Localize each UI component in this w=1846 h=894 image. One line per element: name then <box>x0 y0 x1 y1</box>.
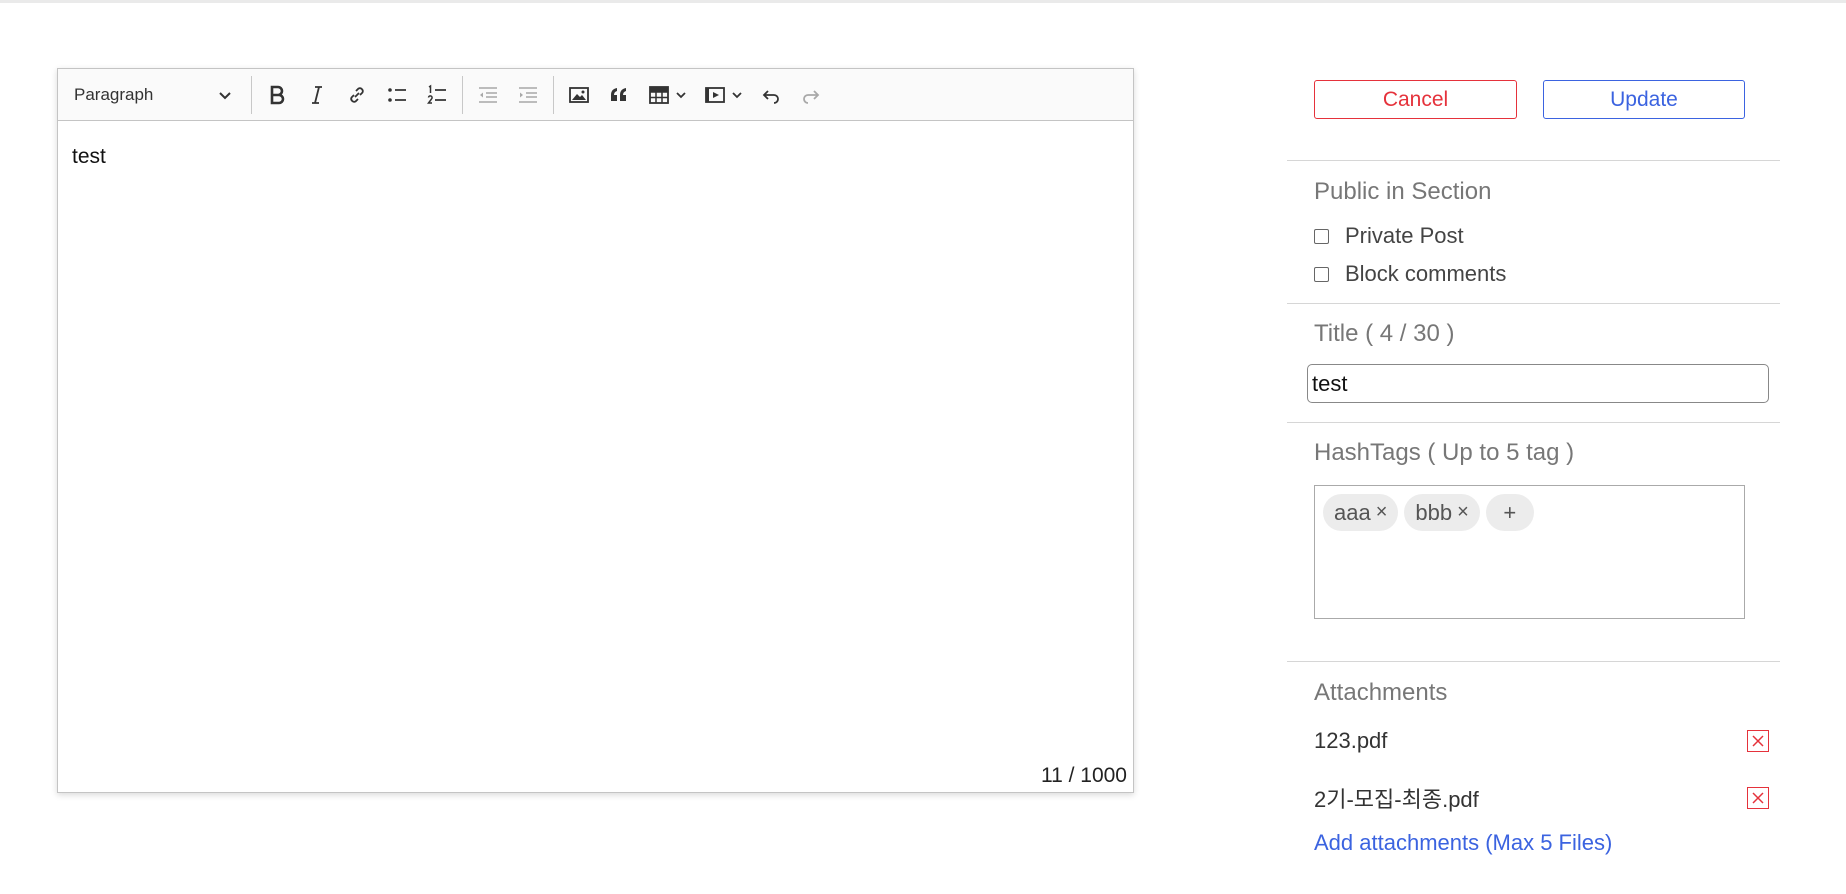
undo-icon <box>762 89 779 104</box>
private-post-checkbox[interactable]: Private Post <box>1314 223 1464 249</box>
chevron-down-icon <box>219 91 231 99</box>
chevron-down-icon <box>676 91 686 98</box>
close-icon <box>1752 735 1764 747</box>
editor-content[interactable]: test <box>72 145 106 169</box>
add-tag-button[interactable]: + <box>1485 494 1534 531</box>
close-icon <box>1752 792 1764 804</box>
visibility-section-title: Public in Section <box>1314 178 1492 205</box>
remove-tag-icon[interactable]: × <box>1457 501 1469 524</box>
link-icon <box>350 86 364 103</box>
rich-text-editor[interactable]: Paragraph test 11 / 1000 <box>57 68 1134 793</box>
add-attachments-link[interactable]: Add attachments (Max 5 Files) <box>1314 830 1612 856</box>
attachments-label: Attachments <box>1314 679 1448 706</box>
italic-button[interactable] <box>297 75 337 115</box>
attachment-item: 123.pdf <box>1314 728 1769 754</box>
outdent-button[interactable] <box>468 75 508 115</box>
italic-icon <box>312 85 322 104</box>
title-input[interactable]: test <box>1307 364 1769 403</box>
bulleted-list-button[interactable] <box>377 75 417 115</box>
bulleted-list-icon <box>388 87 406 102</box>
toolbar-separator <box>462 75 463 114</box>
character-counter: 11 / 1000 <box>1040 764 1127 787</box>
hashtags-input-box[interactable]: aaa × bbb × + <box>1314 485 1745 619</box>
cancel-button[interactable]: Cancel <box>1314 80 1517 119</box>
plus-icon: + <box>1503 499 1517 525</box>
update-button[interactable]: Update <box>1543 80 1745 119</box>
hashtag-chip: aaa × <box>1323 494 1399 531</box>
toolbar-separator <box>251 75 252 114</box>
block-comments-label: Block comments <box>1345 261 1507 286</box>
image-icon <box>569 86 589 103</box>
post-settings-panel: Cancel Update Public in Section Private … <box>1287 0 1780 894</box>
insert-table-button[interactable] <box>639 75 695 115</box>
redo-icon <box>803 89 820 104</box>
media-icon <box>705 86 725 103</box>
bold-icon <box>270 85 285 104</box>
table-icon <box>649 85 669 104</box>
remove-tag-icon[interactable]: × <box>1376 501 1388 524</box>
checkbox-box[interactable] <box>1314 228 1329 244</box>
indent-button[interactable] <box>508 75 548 115</box>
section-divider <box>1287 422 1780 423</box>
attachment-filename[interactable]: 2기-모집-최종.pdf <box>1314 782 1479 814</box>
hashtag-chip: bbb × <box>1404 494 1480 531</box>
numbered-list-button[interactable] <box>417 75 457 115</box>
private-post-label: Private Post <box>1345 223 1464 248</box>
block-comments-checkbox[interactable]: Block comments <box>1314 261 1506 287</box>
section-divider <box>1287 661 1780 662</box>
checkbox-box[interactable] <box>1314 266 1329 282</box>
hashtag-label: bbb <box>1415 499 1453 525</box>
block-format-label: Paragraph <box>74 84 154 104</box>
hashtag-label: aaa <box>1334 499 1371 525</box>
block-format-dropdown[interactable]: Paragraph <box>58 69 246 120</box>
hashtags-label: HashTags ( Up to 5 tag ) <box>1314 439 1575 466</box>
toolbar-separator <box>553 75 554 114</box>
attachment-item: 2기-모집-최종.pdf <box>1314 782 1769 814</box>
title-label: Title ( 4 / 30 ) <box>1314 320 1455 347</box>
quote-icon <box>611 87 626 101</box>
section-divider <box>1287 303 1780 304</box>
insert-media-button[interactable] <box>695 75 751 115</box>
indent-icon <box>519 86 537 103</box>
block-quote-button[interactable] <box>599 75 639 115</box>
chevron-down-icon <box>732 91 742 98</box>
delete-attachment-icon[interactable] <box>1747 787 1769 809</box>
bold-button[interactable] <box>257 75 297 115</box>
delete-attachment-icon[interactable] <box>1747 730 1769 752</box>
link-button[interactable] <box>337 75 377 115</box>
numbered-list-icon <box>427 84 446 104</box>
insert-image-button[interactable] <box>559 75 599 115</box>
editor-toolbar: Paragraph <box>58 69 1133 121</box>
outdent-icon <box>479 86 497 103</box>
section-divider <box>1287 160 1780 161</box>
attachment-filename[interactable]: 123.pdf <box>1314 728 1387 754</box>
undo-button[interactable] <box>751 75 791 115</box>
redo-button[interactable] <box>791 75 831 115</box>
